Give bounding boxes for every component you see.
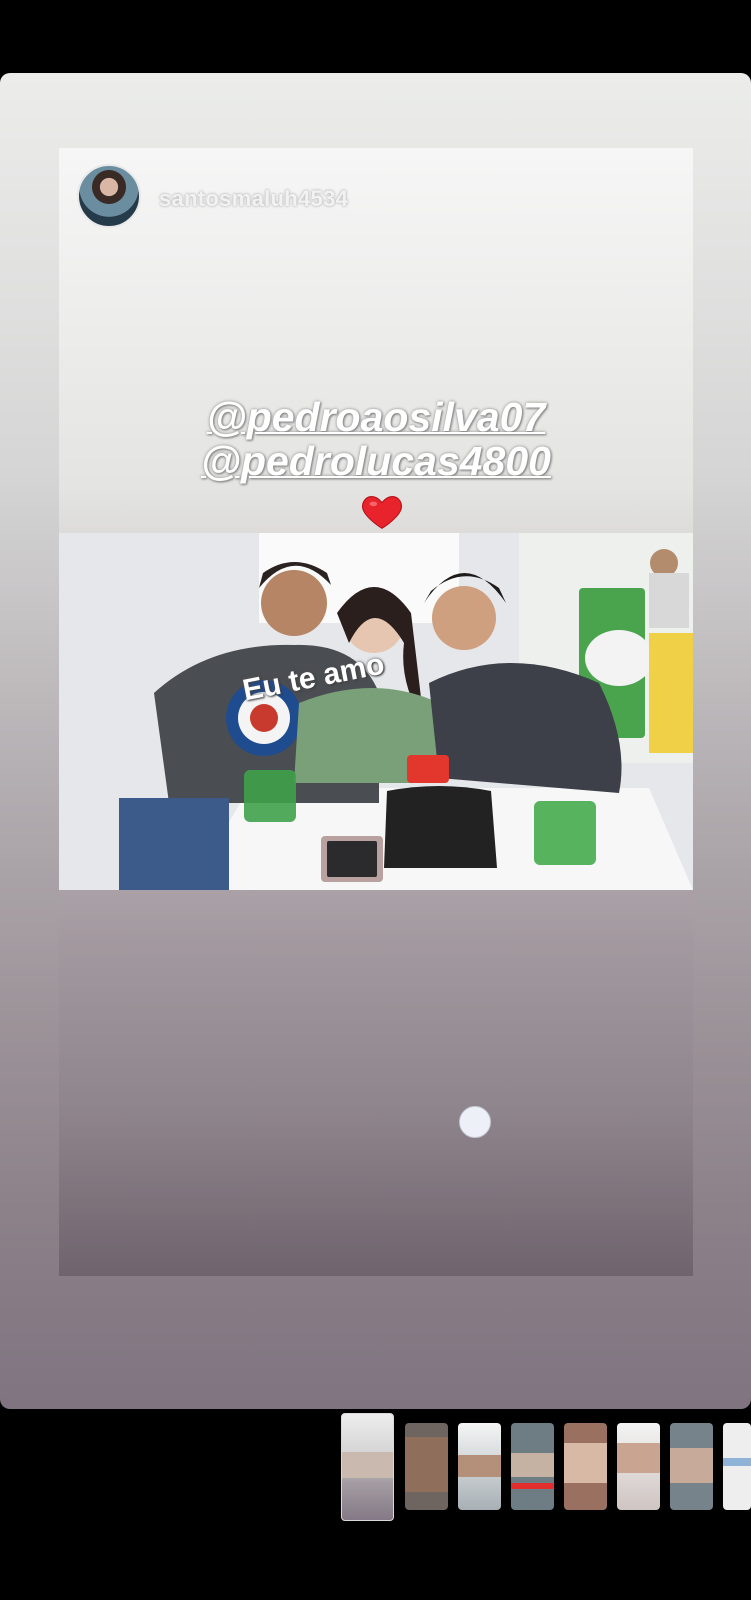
profile-avatar[interactable] [77, 164, 141, 228]
shared-photo: Eu te amo [59, 533, 693, 890]
heart-icon [362, 496, 402, 529]
story-thumbnail[interactable] [723, 1423, 751, 1510]
story-username[interactable]: santosmaluh4534 [159, 186, 348, 212]
story-thumbnail[interactable] [405, 1423, 448, 1510]
story-thumbnail[interactable] [511, 1423, 554, 1510]
story-thumbnail-active[interactable] [341, 1413, 394, 1521]
story-thumbnail[interactable] [670, 1423, 713, 1510]
story-frame[interactable]: santosmaluh4534 @pedroaosilva07 @pedrolu… [59, 148, 693, 1276]
story-thumbnail[interactable] [564, 1423, 607, 1510]
story-thumbnail[interactable] [617, 1423, 660, 1510]
story-viewer-card[interactable]: santosmaluh4534 @pedroaosilva07 @pedrolu… [0, 73, 751, 1409]
story-progress-dot[interactable] [459, 1106, 491, 1138]
story-thumbnail[interactable] [458, 1423, 501, 1510]
mention-tag-1[interactable]: @pedroaosilva07 [59, 394, 693, 441]
story-thumbnail-strip[interactable] [0, 1413, 751, 1525]
photo-illustration [59, 533, 693, 890]
mention-tag-2[interactable]: @pedrolucas4800 [59, 438, 693, 485]
